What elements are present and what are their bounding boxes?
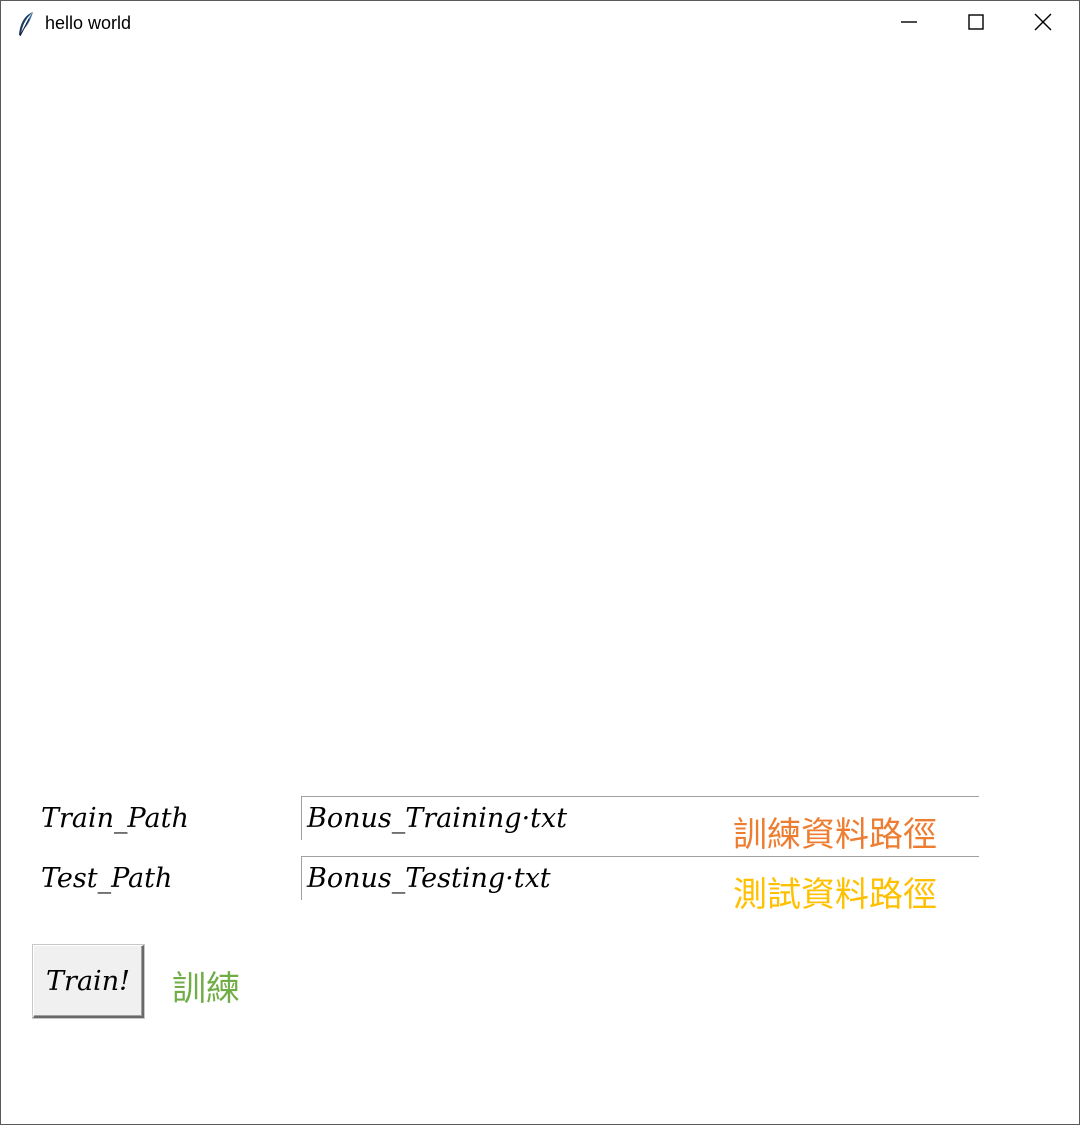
test-path-value: Bonus_Testing·txt (307, 863, 551, 894)
train-button[interactable]: Train! (33, 945, 144, 1018)
title-bar[interactable]: hello world (1, 1, 1079, 46)
feather-icon (15, 11, 37, 37)
maximize-icon (967, 13, 985, 35)
minimize-icon (900, 13, 918, 35)
close-icon (1034, 13, 1052, 35)
train-button-hint: 訓練 (172, 969, 240, 1009)
train-path-label: Train_Path (41, 803, 189, 834)
app-window: hello world Train_Path Bonus_Training·tx… (0, 0, 1080, 1125)
minimize-button[interactable] (876, 1, 942, 46)
close-button[interactable] (1010, 1, 1076, 46)
window-title: hello world (45, 13, 132, 33)
train-path-hint: 訓練資料路徑 (733, 815, 937, 855)
test-path-hint: 測試資料路徑 (733, 875, 937, 915)
maximize-button[interactable] (943, 1, 1009, 46)
train-path-value: Bonus_Training·txt (307, 803, 568, 834)
test-path-label: Test_Path (41, 863, 173, 894)
train-button-label: Train! (46, 965, 130, 997)
